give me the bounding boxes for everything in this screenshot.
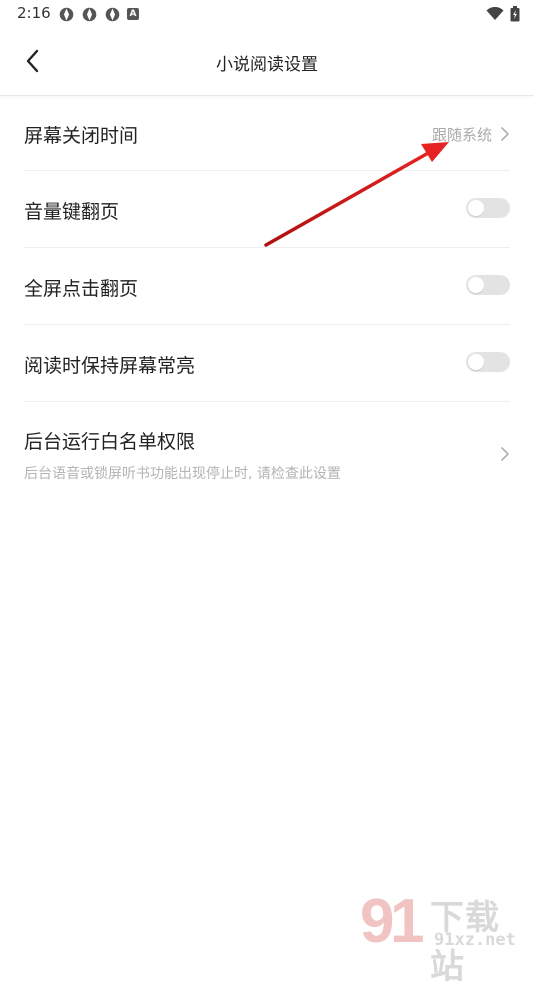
- volume-key-page-toggle[interactable]: [466, 198, 510, 218]
- setting-sublabel: 后台语音或锁屏听书功能出现停止时, 请检查此设置: [24, 466, 341, 482]
- keep-screen-on-toggle[interactable]: [466, 352, 510, 372]
- notification-app-icon: [82, 7, 97, 22]
- watermark-small-text: 91xz.net: [434, 930, 516, 950]
- status-bar: 2:16 A: [0, 0, 534, 28]
- setting-row-volume-key-page: 音量键翻页: [24, 171, 510, 248]
- setting-row-keep-screen-on: 阅读时保持屏幕常亮: [24, 325, 510, 402]
- status-time: 2:16: [17, 4, 51, 22]
- setting-label: 音量键翻页: [24, 201, 120, 223]
- notification-app-icon: [59, 7, 74, 22]
- notification-icons: A: [58, 6, 139, 23]
- toggle-knob: [468, 354, 484, 370]
- setting-label: 后台运行白名单权限: [24, 431, 196, 453]
- toggle-knob: [468, 277, 484, 293]
- setting-row-background-whitelist[interactable]: 后台运行白名单权限 后台语音或锁屏听书功能出现停止时, 请检查此设置: [24, 402, 510, 498]
- chevron-right-icon: [501, 127, 509, 141]
- setting-row-fullscreen-tap-page: 全屏点击翻页: [24, 248, 510, 325]
- setting-value: 跟随系统: [431, 126, 492, 144]
- system-icons: [486, 6, 520, 22]
- notification-app-icon: [105, 7, 120, 22]
- watermark-logo: 9 1 下载站 91xz.net: [356, 880, 534, 987]
- setting-label: 屏幕关闭时间: [24, 125, 139, 147]
- page-title: 小说阅读设置: [216, 55, 318, 75]
- svg-text:1: 1: [390, 887, 424, 950]
- setting-row-screen-timeout[interactable]: 屏幕关闭时间 跟随系统: [24, 96, 510, 171]
- battery-icon: [510, 6, 520, 22]
- notification-a-icon: A: [127, 8, 139, 20]
- fullscreen-tap-page-toggle[interactable]: [466, 275, 510, 295]
- toggle-knob: [468, 200, 484, 216]
- setting-label: 阅读时保持屏幕常亮: [24, 355, 196, 377]
- top-app-bar: 小说阅读设置: [0, 28, 534, 96]
- chevron-right-icon: [501, 447, 509, 461]
- wifi-icon: [486, 7, 504, 20]
- setting-label: 全屏点击翻页: [24, 278, 139, 300]
